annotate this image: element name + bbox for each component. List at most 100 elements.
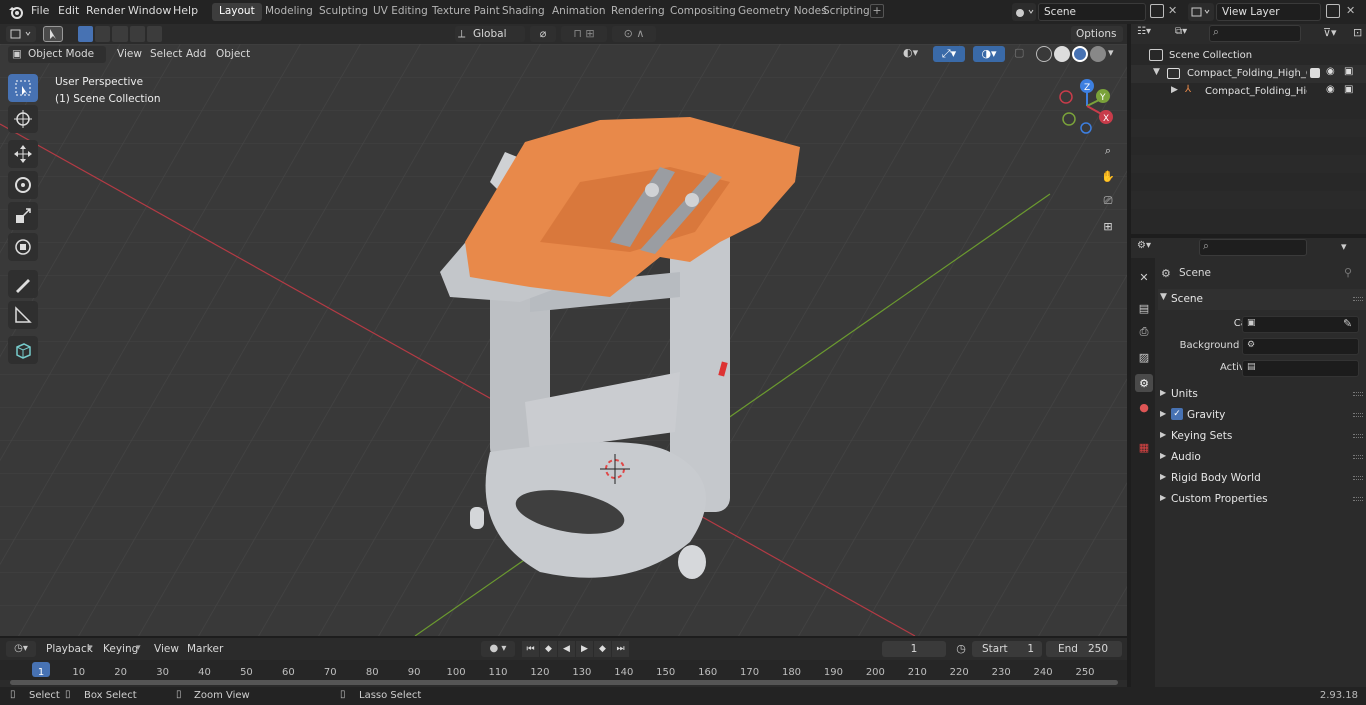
remove-scene-icon[interactable]: ✕ (1168, 5, 1180, 17)
panel-custom-properties[interactable]: ▶ Custom Properties (1158, 489, 1366, 510)
drag-grip-icon[interactable] (1353, 413, 1363, 417)
material-shading-icon[interactable] (1072, 46, 1088, 62)
end-frame-field[interactable]: End 250 (1046, 641, 1122, 657)
tab-scripting[interactable]: Scripting (816, 3, 877, 21)
camera-icon[interactable]: ▣ (1344, 84, 1353, 95)
add-cube-tool-icon[interactable] (8, 336, 38, 364)
menu-playback[interactable]: Playback (46, 643, 93, 655)
outliner-row-scene-collection[interactable]: Scene Collection (1131, 47, 1366, 65)
drag-grip-icon[interactable] (1353, 297, 1363, 301)
mode-intersect-icon[interactable] (146, 26, 163, 42)
menu-object[interactable]: Object (216, 48, 250, 60)
current-frame-field[interactable]: 1 (882, 641, 946, 657)
jump-keyframe-back-icon[interactable]: ◆ (540, 641, 557, 657)
drag-grip-icon[interactable] (1353, 476, 1363, 480)
menu-help[interactable]: Help (173, 4, 198, 17)
scene-selector-icon[interactable] (1012, 3, 1036, 21)
3d-viewport[interactable]: User Perspective (1) Scene Collection Z … (0, 44, 1127, 636)
pan-view-icon[interactable]: ✋ (1097, 165, 1119, 187)
rotate-tool-icon[interactable] (8, 171, 38, 199)
visibility-icon[interactable]: ◐▾ (903, 46, 929, 62)
menu-select[interactable]: Select (150, 48, 182, 60)
transform-tool-icon[interactable] (8, 233, 38, 261)
move-tool-icon[interactable] (8, 140, 38, 168)
tab-rendering[interactable]: Rendering (604, 3, 672, 21)
properties-options-icon[interactable]: ▾ (1341, 240, 1347, 253)
pin-icon[interactable]: ⚲ (1344, 266, 1352, 279)
scene-tab-icon[interactable]: ⚙ (1135, 374, 1153, 392)
eye-icon[interactable]: ◉ (1326, 66, 1335, 77)
jump-keyframe-forward-icon[interactable]: ◆ (594, 641, 611, 657)
tab-shading[interactable]: Shading (495, 3, 552, 21)
tab-modeling[interactable]: Modeling (258, 3, 320, 21)
expand-arrow-icon[interactable]: ▶ (1171, 85, 1178, 95)
drag-grip-icon[interactable] (1353, 392, 1363, 396)
menu-marker[interactable]: Marker (187, 643, 223, 655)
collection-checkbox[interactable] (1310, 68, 1320, 78)
tab-layout[interactable]: Layout (212, 3, 262, 21)
menu-edit[interactable]: Edit (58, 4, 79, 17)
gravity-checkbox[interactable]: ✓ (1171, 408, 1183, 420)
options-dropdown[interactable]: Options (1071, 26, 1123, 42)
snap-icon[interactable]: ⊓ ⊞ (561, 26, 607, 42)
measure-tool-icon[interactable] (8, 301, 38, 329)
active-clip-field[interactable]: ▤ (1242, 360, 1359, 377)
outliner-search-input[interactable]: ⌕ (1209, 25, 1301, 42)
view-layer-field[interactable]: View Layer (1216, 3, 1321, 21)
outliner-row-collection[interactable]: ▼ Compact_Folding_High_Chair ◉ ▣ (1131, 65, 1366, 83)
drag-grip-icon[interactable] (1353, 434, 1363, 438)
proportional-edit-icon[interactable]: ⊙ ∧ (612, 26, 656, 42)
new-scene-icon[interactable] (1150, 4, 1164, 18)
display-mode-icon[interactable]: ⧉▾ (1175, 26, 1201, 42)
menu-render[interactable]: Render (86, 4, 125, 17)
select-tool-button[interactable] (43, 26, 63, 42)
rendered-shading-icon[interactable] (1090, 46, 1106, 62)
play-reverse-icon[interactable]: ◀ (558, 641, 575, 657)
scene-name-field[interactable]: Scene (1038, 3, 1146, 21)
jump-end-icon[interactable]: ⏭ (612, 641, 629, 657)
annotate-tool-icon[interactable] (8, 270, 38, 298)
background-scene-field[interactable]: ⚙ (1242, 338, 1359, 355)
navigation-gizmo[interactable]: Z Y X (1055, 76, 1117, 140)
mode-subtract-icon[interactable] (112, 26, 128, 42)
menu-view[interactable]: View (117, 48, 142, 60)
play-icon[interactable]: ▶ (576, 641, 593, 657)
mode-extend-icon[interactable] (95, 26, 111, 42)
xray-icon[interactable]: ▢ (1014, 46, 1030, 62)
drag-grip-icon[interactable] (1353, 455, 1363, 459)
pivot-point-icon[interactable]: ⌀ (530, 26, 556, 42)
camera-field[interactable]: ▣ ✎ (1242, 316, 1359, 333)
wireframe-shading-icon[interactable] (1036, 46, 1052, 62)
object-mode-dropdown[interactable]: ▣ Object Mode (8, 46, 106, 63)
overlay-toggle-icon[interactable]: ◑▾ (973, 46, 1005, 62)
panel-gravity[interactable]: ▶ ✓ Gravity (1158, 405, 1366, 426)
menu-file[interactable]: File (31, 4, 49, 17)
transform-orientation-dropdown[interactable]: ⟂ Global (455, 26, 525, 42)
view-layer-tab-icon[interactable]: ▨ (1135, 348, 1153, 366)
expand-arrow-icon[interactable]: ▼ (1153, 67, 1160, 77)
tab-animation[interactable]: Animation (545, 3, 613, 21)
add-workspace-button[interactable]: + (870, 4, 884, 18)
view-layer-icon[interactable] (1188, 3, 1214, 21)
shading-options-icon[interactable]: ▾ (1108, 46, 1114, 59)
blender-logo-icon[interactable] (8, 4, 24, 20)
solid-shading-icon[interactable] (1054, 46, 1070, 62)
stopwatch-icon[interactable]: ◷ (953, 641, 969, 657)
scale-tool-icon[interactable] (8, 202, 38, 230)
outliner-row-object[interactable]: ▶ ⅄ Compact_Folding_High_C ◉ ▣ (1131, 83, 1366, 101)
perspective-toggle-icon[interactable]: ⊞ (1097, 215, 1119, 237)
select-box-tool-icon[interactable] (8, 74, 38, 102)
editor-type-icon[interactable] (6, 26, 36, 42)
zoom-view-icon[interactable]: ⌕ (1097, 140, 1119, 162)
panel-keying-sets[interactable]: ▶ Keying Sets (1158, 426, 1366, 447)
panel-rigid-body-world[interactable]: ▶ Rigid Body World (1158, 468, 1366, 489)
new-collection-icon[interactable]: ⊡ (1353, 26, 1362, 39)
camera-view-icon[interactable]: ⎚ (1097, 190, 1119, 212)
eyedropper-icon[interactable]: ✎ (1343, 317, 1352, 330)
mode-invert-icon[interactable] (129, 26, 145, 42)
menu-keying[interactable]: Keying (103, 643, 138, 655)
menu-view-timeline[interactable]: View (154, 643, 179, 655)
mode-new-icon[interactable] (78, 26, 94, 42)
render-tab-icon[interactable]: ▤ (1135, 299, 1153, 317)
properties-editor-type-icon[interactable]: ⚙▾ (1137, 240, 1151, 251)
